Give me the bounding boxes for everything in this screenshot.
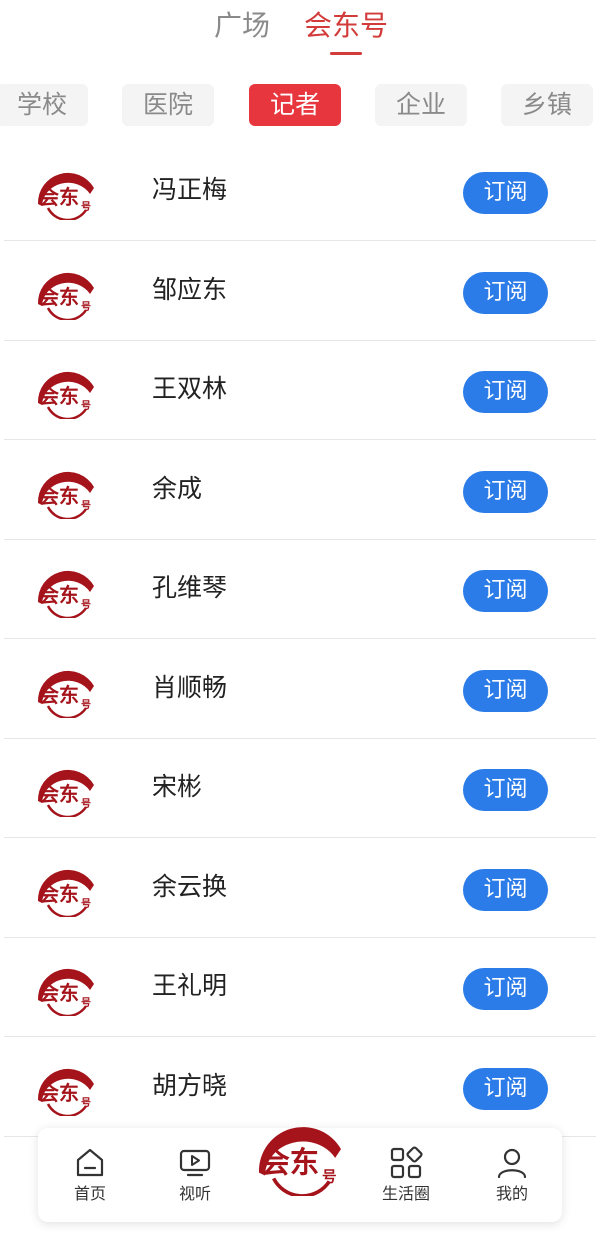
subscribe-button[interactable]: 订阅 [463,868,548,911]
account-name: 胡方晓 [152,1070,228,1100]
account-name: 余云换 [152,871,228,901]
account-name: 肖顺畅 [152,672,228,702]
huidonghao-logo [34,761,98,817]
subscribe-button[interactable]: 订阅 [463,1067,548,1110]
subscribe-button[interactable]: 订阅 [463,470,548,513]
list-item[interactable]: 孔维琴 订阅 [0,540,600,639]
tab-huidonghao[interactable]: 会东号 [304,8,388,44]
category-enterprise[interactable]: 企业 [375,84,467,126]
category-hospital[interactable]: 医院 [122,84,214,126]
subscribe-button[interactable]: 订阅 [463,271,548,314]
tabbar-label: 视听 [178,1184,211,1203]
tab-plaza[interactable]: 广场 [214,8,270,44]
list-item[interactable]: 邹应东 订阅 [0,242,600,341]
huidonghao-logo [34,264,98,320]
huidonghao-logo [34,960,98,1016]
account-name: 宋彬 [152,772,203,801]
subscribe-button[interactable]: 订阅 [463,172,548,214]
active-tab-indicator [330,52,362,55]
category-township[interactable]: 乡镇 [501,84,593,126]
huidonghao-logo [34,662,98,718]
tabbar-life-circle[interactable]: 生活圈 [371,1146,441,1204]
list-item[interactable]: 王双林 订阅 [0,341,600,440]
account-name: 孔维琴 [152,573,228,602]
huidonghao-logo [34,562,98,618]
tabbar-mine[interactable]: 我的 [477,1146,547,1204]
bottom-tab-bar: 首页 视听 生活圈 我的 [38,1128,562,1222]
tabbar-label: 生活圈 [381,1184,430,1203]
list-item[interactable]: 肖顺畅 订阅 [0,640,600,739]
subscribe-button[interactable]: 订阅 [463,371,548,413]
account-name: 冯正梅 [152,175,228,204]
huidonghao-logo [34,861,98,917]
tabbar-home[interactable]: 首页 [55,1146,125,1204]
top-tab-bar: 广场 会东号 [0,0,600,62]
huidonghao-logo [34,1060,98,1116]
category-reporter[interactable]: 记者 [249,84,341,126]
list-item[interactable]: 余成 订阅 [0,441,600,540]
tabbar-video[interactable]: 视听 [160,1146,230,1204]
video-icon [179,1149,211,1177]
subscribe-button[interactable]: 订阅 [463,669,548,712]
subscribe-button[interactable]: 订阅 [463,769,548,811]
subscribe-button[interactable]: 订阅 [463,968,548,1010]
apps-icon [390,1146,423,1179]
huidonghao-logo [34,363,98,419]
account-name: 王双林 [152,374,228,403]
subscribe-button[interactable]: 订阅 [463,570,548,612]
account-name: 邹应东 [152,274,228,304]
user-icon [497,1148,527,1179]
category-school[interactable]: 学校 [0,84,88,126]
home-icon [76,1148,104,1177]
list-item[interactable]: 冯正梅 订阅 [0,142,600,241]
huidonghao-logo [34,463,98,519]
list-item[interactable]: 余云换 订阅 [0,839,600,938]
tabbar-label: 我的 [495,1184,528,1203]
category-bar: 学校 医院 记者 企业 乡镇 [0,84,600,128]
huidonghao-logo[interactable] [253,1114,347,1196]
list-item[interactable]: 王礼明 订阅 [0,938,600,1037]
account-name: 余成 [152,473,203,503]
account-name: 王礼明 [152,971,228,1000]
huidonghao-logo [34,164,98,220]
list-item[interactable]: 宋彬 订阅 [0,739,600,838]
tabbar-label: 首页 [73,1184,106,1203]
